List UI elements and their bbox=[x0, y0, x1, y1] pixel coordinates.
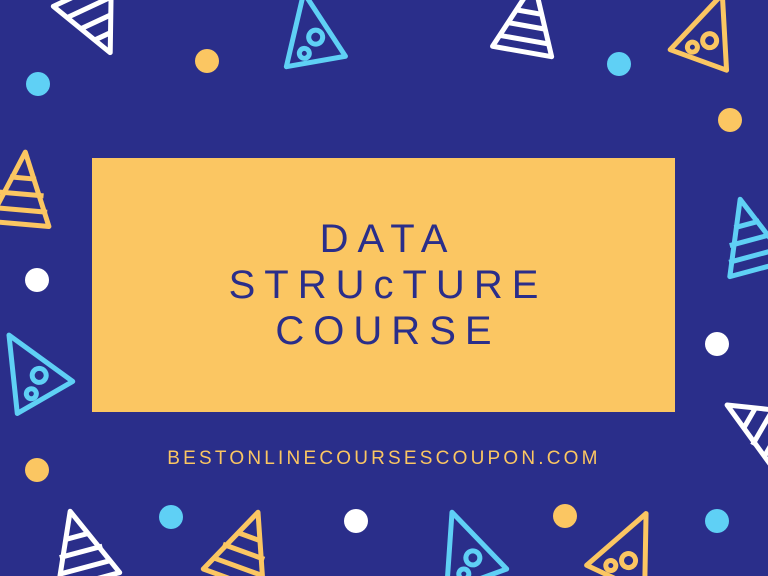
circle-icon bbox=[718, 108, 742, 132]
triangle-icon bbox=[584, 511, 649, 576]
website-url: BESTONLINECOURSESCOUPON.COM bbox=[167, 448, 601, 469]
triangle-icon bbox=[444, 509, 510, 576]
title-line-1: DATA bbox=[319, 217, 457, 261]
circle-icon bbox=[607, 52, 631, 76]
triangle-icon bbox=[55, 508, 123, 576]
circle-icon bbox=[195, 49, 219, 73]
title-line-2: STRUcTURE bbox=[228, 263, 548, 307]
triangle-icon bbox=[283, 0, 348, 70]
circle-icon bbox=[25, 268, 49, 292]
triangle-icon bbox=[50, 0, 114, 56]
triangle-icon bbox=[667, 0, 730, 73]
circle-icon bbox=[26, 72, 50, 96]
title-line-3: COURSE bbox=[275, 309, 501, 353]
circle-icon bbox=[705, 509, 729, 533]
triangle-icon bbox=[490, 0, 555, 60]
circle-icon bbox=[553, 504, 577, 528]
circle-icon bbox=[344, 509, 368, 533]
triangle-icon bbox=[727, 196, 768, 280]
circle-icon bbox=[705, 332, 729, 356]
triangle-icon bbox=[200, 509, 266, 576]
triangle-icon bbox=[0, 149, 52, 229]
title-card: DATA STRUcTURE COURSE bbox=[92, 158, 675, 412]
circle-icon bbox=[159, 505, 183, 529]
triangle-icon bbox=[6, 332, 76, 416]
